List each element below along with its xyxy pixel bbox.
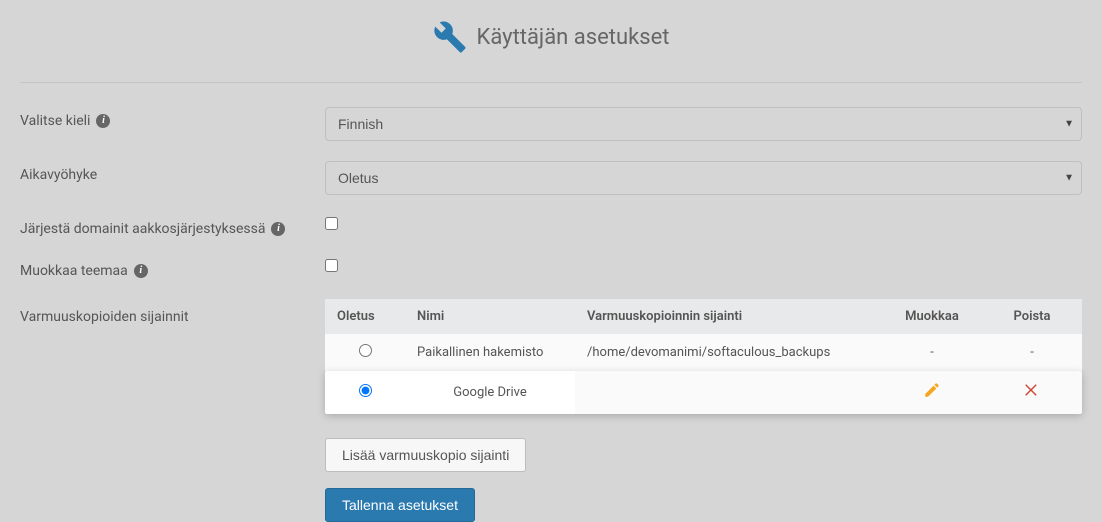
save-settings-button[interactable]: Tallenna asetukset <box>325 488 475 522</box>
backup-edit: - <box>882 334 982 371</box>
backup-default-radio[interactable] <box>359 384 372 397</box>
backup-name: Google Drive <box>405 371 575 414</box>
add-backup-location-button[interactable]: Lisää varmuuskopio sijainti <box>325 438 526 472</box>
backup-name: Paikallinen hakemisto <box>405 334 575 371</box>
th-location: Varmuuskopioinnin sijainti <box>575 299 882 334</box>
language-label: Valitse kieli <box>20 113 90 129</box>
backup-locations-label: Varmuuskopioiden sijainnit <box>20 309 189 325</box>
sort-domains-checkbox[interactable] <box>325 217 338 230</box>
backup-location <box>575 371 882 414</box>
th-delete: Poista <box>982 299 1082 334</box>
th-name: Nimi <box>405 299 575 334</box>
row-language: Valitse kieli i Finnish ▼ <box>20 107 1082 141</box>
th-default: Oletus <box>325 299 405 334</box>
table-row: Google Drive <box>325 371 1082 414</box>
table-row: Paikallinen hakemisto /home/devomanimi/s… <box>325 334 1082 371</box>
info-icon[interactable]: i <box>96 114 110 128</box>
info-icon[interactable]: i <box>134 264 148 278</box>
row-timezone: Aikavyöhyke Oletus ▼ <box>20 161 1082 195</box>
info-icon[interactable]: i <box>271 222 285 236</box>
row-sort-domains: Järjestä domainit aakkosjärjestyksessä i <box>20 215 1082 237</box>
pencil-icon[interactable] <box>923 383 941 404</box>
th-edit: Muokkaa <box>882 299 982 334</box>
page-title: Käyttäjän asetukset <box>477 25 670 50</box>
backup-delete: - <box>982 334 1082 371</box>
row-backup-locations: Varmuuskopioiden sijainnit Oletus Nimi V… <box>20 299 1082 522</box>
backup-default-radio[interactable] <box>359 344 372 357</box>
timezone-label: Aikavyöhyke <box>20 167 97 183</box>
language-select[interactable]: Finnish <box>325 107 1082 141</box>
close-icon[interactable] <box>1023 383 1041 404</box>
backup-location: /home/devomanimi/softaculous_backups <box>575 334 882 371</box>
backup-locations-table: Oletus Nimi Varmuuskopioinnin sijainti M… <box>325 299 1082 414</box>
edit-theme-checkbox[interactable] <box>325 259 338 272</box>
page-header: Käyttäjän asetukset <box>20 0 1082 83</box>
row-edit-theme: Muokkaa teemaa i <box>20 257 1082 279</box>
wrench-icon <box>433 20 467 54</box>
edit-theme-label: Muokkaa teemaa <box>20 263 128 279</box>
sort-domains-label: Järjestä domainit aakkosjärjestyksessä <box>20 221 265 237</box>
timezone-select[interactable]: Oletus <box>325 161 1082 195</box>
